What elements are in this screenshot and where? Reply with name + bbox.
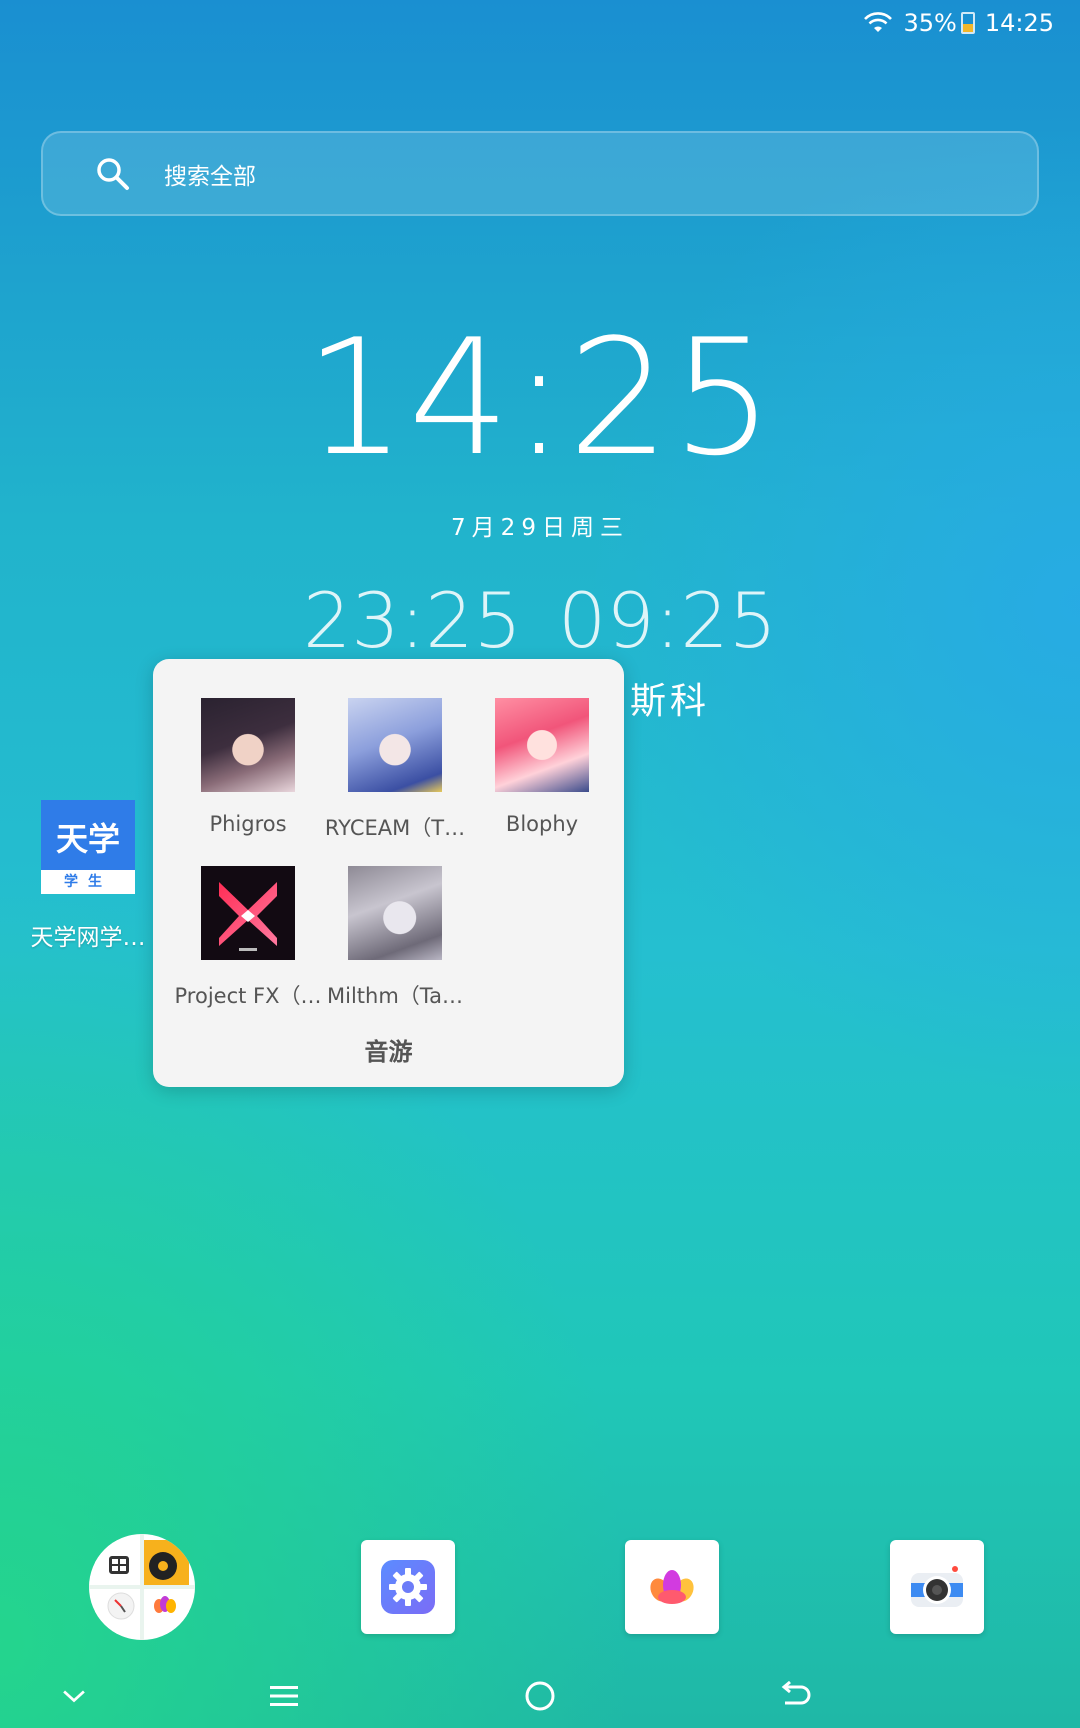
music-icon: [143, 1540, 189, 1586]
dock-camera[interactable]: [890, 1540, 984, 1634]
folder-title[interactable]: 音游: [153, 1032, 624, 1067]
clock-icon: [95, 1588, 141, 1634]
milthm-app-icon: [348, 866, 442, 960]
world-clock-time: 09:25: [558, 576, 778, 665]
chevron-down-icon: [63, 1690, 85, 1703]
app-milthm[interactable]: Milthm（Ta…: [321, 866, 469, 1010]
folder-popup: Phigros RYCEAM（T… Blophy Project FX（… Mi…: [153, 659, 624, 1087]
project-fx-app-icon: [201, 866, 295, 960]
camera-icon: [911, 1566, 963, 1607]
battery-percent: 35%: [903, 9, 957, 37]
app-label: Blophy: [505, 812, 579, 836]
search-bar[interactable]: 搜索全部: [41, 131, 1039, 216]
app-label: Milthm（Ta…: [326, 984, 463, 1008]
app-label: 天学网学…: [30, 925, 146, 951]
world-clock-city: 斯科: [630, 681, 711, 722]
blophy-app-icon: [495, 698, 589, 792]
settings-icon: [381, 1560, 435, 1614]
calculator-icon: [95, 1540, 141, 1586]
app-phigros[interactable]: Phigros: [174, 698, 322, 836]
world-clocks[interactable]: 23:25 09:25: [0, 583, 1080, 659]
dock-settings[interactable]: [361, 1540, 455, 1634]
app-label: Project FX（…: [174, 984, 322, 1008]
dock-gallery[interactable]: [625, 1540, 719, 1634]
home-button[interactable]: [515, 1676, 565, 1716]
app-label: RYCEAM（T…: [324, 816, 466, 840]
home-icon: [525, 1681, 555, 1711]
ryceam-app-icon: [348, 698, 442, 792]
clock-time[interactable]: 14:25: [0, 318, 1080, 478]
battery-icon: [960, 12, 975, 34]
world-clock-time: 23:25: [302, 576, 522, 665]
gallery-icon: [143, 1588, 189, 1634]
app-project-fx[interactable]: Project FX（…: [174, 866, 322, 1010]
collapse-button[interactable]: [49, 1676, 99, 1716]
back-icon: [781, 1681, 811, 1705]
search-placeholder: 搜索全部: [164, 163, 256, 190]
recents-button[interactable]: [259, 1676, 309, 1716]
status-time: 14:25: [984, 9, 1054, 37]
search-icon: [97, 157, 129, 190]
dock-app-folder[interactable]: [89, 1534, 195, 1640]
status-bar: 35% 14:25: [863, 0, 1080, 46]
app-label: Phigros: [209, 812, 287, 836]
app-tianxue[interactable]: 天学 学生 天学网学…: [24, 800, 152, 952]
phigros-app-icon: [201, 698, 295, 792]
tianxue-app-icon: 天学 学生: [41, 800, 135, 894]
app-ryceam[interactable]: RYCEAM（T…: [321, 698, 469, 842]
clock-date: 7月29日周三: [451, 515, 629, 541]
gallery-icon: [650, 1570, 694, 1604]
wifi-icon: [864, 12, 893, 32]
menu-icon: [270, 1686, 298, 1706]
back-button[interactable]: [771, 1676, 821, 1716]
app-blophy[interactable]: Blophy: [468, 698, 616, 836]
